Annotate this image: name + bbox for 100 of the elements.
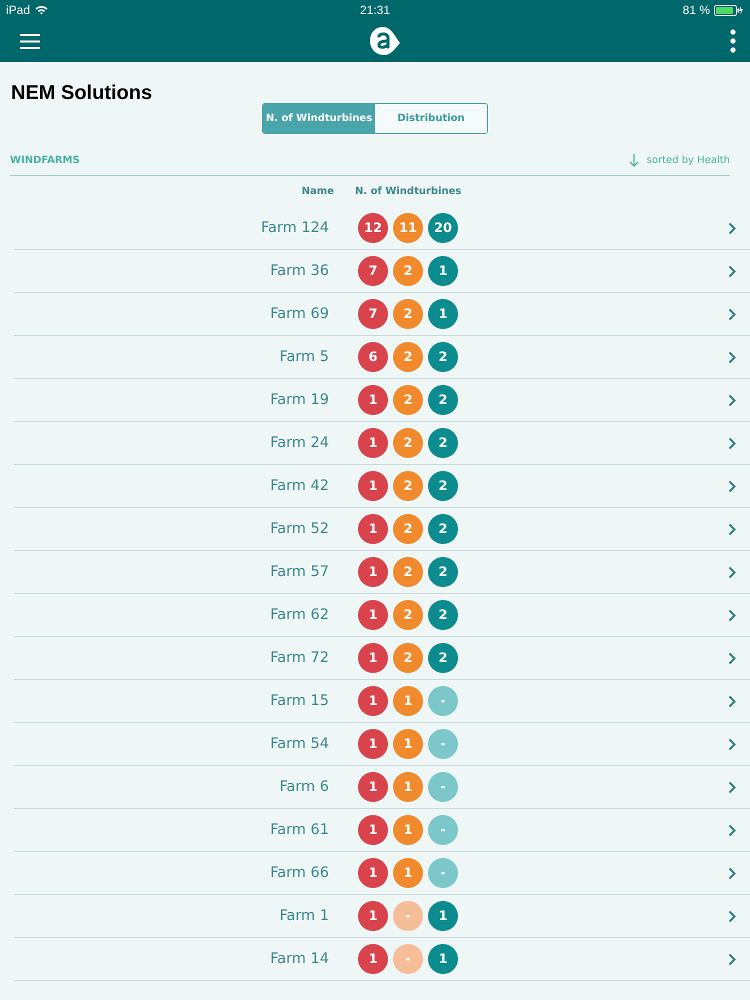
count-badge: 2 [393, 385, 423, 415]
count-badge: 1 [428, 944, 458, 974]
count-badge: 2 [428, 643, 458, 673]
count-badge: 2 [393, 643, 423, 673]
count-badge: 1 [358, 686, 388, 716]
farm-name[interactable]: Farm 54 [14, 736, 329, 752]
chevron-right-icon[interactable] [728, 694, 736, 708]
chevron-right-icon[interactable] [728, 480, 736, 492]
battery-percent: 81 % [682, 3, 710, 17]
farm-name[interactable]: Farm 62 [14, 607, 329, 623]
chevron-right-icon[interactable] [728, 394, 736, 406]
count-badge: 2 [393, 256, 423, 286]
farm-name[interactable]: Farm 19 [14, 392, 329, 408]
count-badge: - [428, 815, 458, 845]
count-badge: 2 [393, 471, 423, 501]
farm-name[interactable]: Farm 5 [14, 349, 329, 365]
chevron-right-icon[interactable] [728, 780, 736, 794]
count-badge: 2 [428, 600, 458, 630]
more-icon[interactable] [730, 29, 736, 53]
count-badge: 1 [393, 858, 423, 888]
chevron-right-icon[interactable] [728, 866, 736, 880]
farm-name[interactable]: Farm 14 [14, 951, 329, 967]
count-badge: 1 [358, 600, 388, 630]
count-badge: 2 [428, 471, 458, 501]
count-badge: 1 [358, 858, 388, 888]
count-badge: 7 [358, 299, 388, 329]
count-badge: 2 [393, 342, 423, 372]
chevron-right-icon[interactable] [728, 264, 736, 278]
chevron-right-icon[interactable] [728, 910, 736, 922]
count-badge: 1 [393, 815, 423, 845]
count-badge: 1 [358, 428, 388, 458]
chevron-right-icon[interactable] [728, 738, 736, 750]
count-badge: 2 [393, 428, 423, 458]
count-badge: 2 [393, 299, 423, 329]
count-badge: 1 [358, 901, 388, 931]
count-badge: 11 [393, 213, 423, 243]
tab[interactable]: Distribution [375, 104, 487, 133]
count-badge: 1 [358, 471, 388, 501]
down-arrow-icon[interactable] [628, 154, 639, 167]
count-badge: 1 [393, 686, 423, 716]
chevron-right-icon[interactable] [728, 824, 736, 836]
farm-name[interactable]: Farm 36 [14, 263, 329, 279]
count-badge: 2 [428, 342, 458, 372]
count-badge: - [393, 944, 423, 974]
farm-name[interactable]: Farm 52 [14, 521, 329, 537]
chevron-right-icon[interactable] [728, 608, 736, 622]
section-title: WINDFARMS [10, 155, 80, 166]
count-badge: - [428, 686, 458, 716]
count-badge: 1 [393, 729, 423, 759]
farm-name[interactable]: Farm 6 [14, 779, 329, 795]
count-badge: 1 [358, 557, 388, 587]
count-badge: - [428, 729, 458, 759]
count-badge: 1 [428, 299, 458, 329]
count-badge: 1 [358, 643, 388, 673]
sort-label[interactable]: sorted by Health [646, 155, 730, 166]
farm-name[interactable]: Farm 24 [14, 435, 329, 451]
count-badge: 1 [358, 729, 388, 759]
column-header: N. of Windturbines [355, 186, 462, 197]
count-badge: 2 [428, 428, 458, 458]
chevron-right-icon[interactable] [728, 222, 736, 234]
chevron-right-icon[interactable] [728, 952, 736, 966]
count-badge: 7 [358, 256, 388, 286]
farm-name[interactable]: Farm 72 [14, 650, 329, 666]
column-header: Name [300, 186, 334, 197]
chevron-right-icon[interactable] [728, 308, 736, 320]
farm-name[interactable]: Farm 57 [14, 564, 329, 580]
farm-name[interactable]: Farm 1 [14, 908, 329, 924]
count-badge: 20 [428, 213, 458, 243]
chevron-right-icon[interactable] [728, 566, 736, 578]
device-name: iPad [6, 3, 30, 17]
count-badge: 2 [393, 557, 423, 587]
count-badge: 1 [358, 815, 388, 845]
count-badge: 1 [358, 514, 388, 544]
count-badge: 1 [358, 772, 388, 802]
farm-name[interactable]: Farm 66 [14, 865, 329, 881]
tab[interactable]: N. of Windturbines [263, 104, 375, 133]
farm-name[interactable]: Farm 15 [14, 693, 329, 709]
wifi-icon [35, 5, 48, 15]
battery-icon [714, 4, 744, 16]
clock: 21:31 [358, 3, 392, 17]
count-badge: - [393, 901, 423, 931]
count-badge: 1 [393, 772, 423, 802]
chevron-right-icon[interactable] [728, 436, 736, 450]
count-badge: 6 [358, 342, 388, 372]
count-badge: 2 [428, 557, 458, 587]
menu-icon[interactable] [20, 34, 40, 48]
chevron-right-icon[interactable] [728, 350, 736, 364]
count-badge: 2 [393, 600, 423, 630]
chevron-right-icon[interactable] [728, 522, 736, 536]
count-badge: 2 [428, 385, 458, 415]
farm-name[interactable]: Farm 124 [14, 220, 329, 236]
count-badge: 1 [358, 944, 388, 974]
count-badge: - [428, 772, 458, 802]
chevron-right-icon[interactable] [728, 652, 736, 664]
farm-name[interactable]: Farm 42 [14, 478, 329, 494]
page-title: NEM Solutions [10, 81, 154, 103]
farm-name[interactable]: Farm 61 [14, 822, 329, 838]
count-badge: - [428, 858, 458, 888]
farm-name[interactable]: Farm 69 [14, 306, 329, 322]
count-badge: 12 [358, 213, 388, 243]
